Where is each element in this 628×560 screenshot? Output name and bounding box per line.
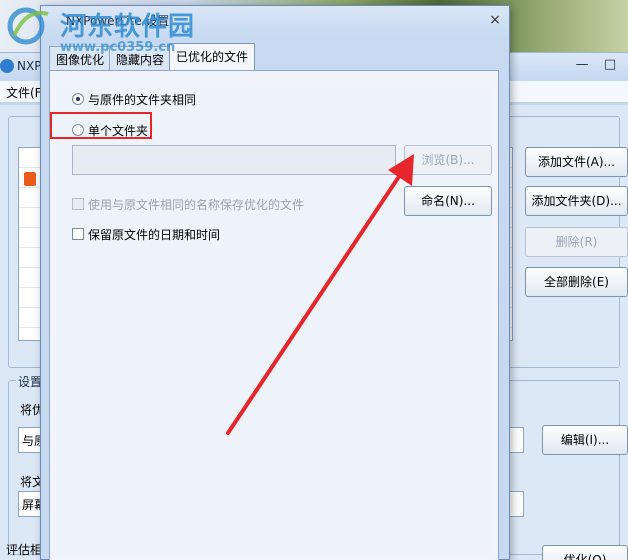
tab-optimized-files[interactable]: 已优化的文件 (169, 43, 256, 71)
main-window-title: NXP (17, 59, 42, 73)
delete-all-button[interactable]: 全部删除(E) (525, 267, 628, 297)
menu-file[interactable]: 文件(F (6, 84, 42, 101)
maximize-button[interactable]: □ (600, 56, 620, 74)
keep-date-checkbox[interactable] (72, 228, 84, 240)
naming-button[interactable]: 命名(N)... (404, 186, 492, 216)
keep-date-label: 保留原文件的日期和时间 (88, 227, 221, 242)
same-folder-option[interactable]: 与原件的文件夹相同 (72, 90, 196, 108)
folder-path-input[interactable] (72, 145, 396, 175)
delete-button[interactable]: 删除(R) (525, 227, 628, 257)
add-folder-button[interactable]: 添加文件夹(D)... (525, 186, 628, 216)
tab-panel: 与原件的文件夹相同 单个文件夹 浏览(B)... 使用与原文件相同的名称保存优化… (49, 70, 499, 560)
add-file-button[interactable]: 添加文件(A)... (525, 147, 628, 177)
same-folder-label: 与原件的文件夹相同 (88, 92, 197, 107)
minimize-button[interactable]: — (572, 56, 592, 74)
app-icon (0, 59, 14, 73)
evaluate-label: 评估相 (6, 543, 43, 557)
edit-button[interactable]: 编辑(I)... (542, 425, 628, 455)
use-same-name-option[interactable]: 使用与原文件相同的名称保存优化的文件 (72, 195, 304, 213)
browse-button[interactable]: 浏览(B)... (404, 145, 492, 175)
use-same-name-label: 使用与原文件相同的名称保存优化的文件 (88, 197, 305, 212)
optimize-button[interactable]: 优化(O) (542, 545, 628, 560)
watermark-url: www.pc0359.cn (60, 40, 176, 55)
tab-panel-content: 与原件的文件夹相同 单个文件夹 浏览(B)... 使用与原文件相同的名称保存优化… (56, 87, 492, 555)
watermark-logo-icon (7, 7, 49, 45)
same-folder-radio[interactable] (72, 93, 84, 105)
settings-dialog: NXPowerLite 设置 × 图像优化 隐藏内容 已优化的文件 与原件的文件… (40, 5, 510, 560)
close-icon[interactable]: × (485, 10, 505, 30)
watermark-text: 河东软件园 (60, 12, 196, 42)
powerpoint-file-icon (24, 172, 36, 186)
highlight-box (50, 112, 152, 139)
keep-date-option[interactable]: 保留原文件的日期和时间 (72, 225, 220, 243)
use-same-name-checkbox[interactable] (72, 198, 84, 210)
